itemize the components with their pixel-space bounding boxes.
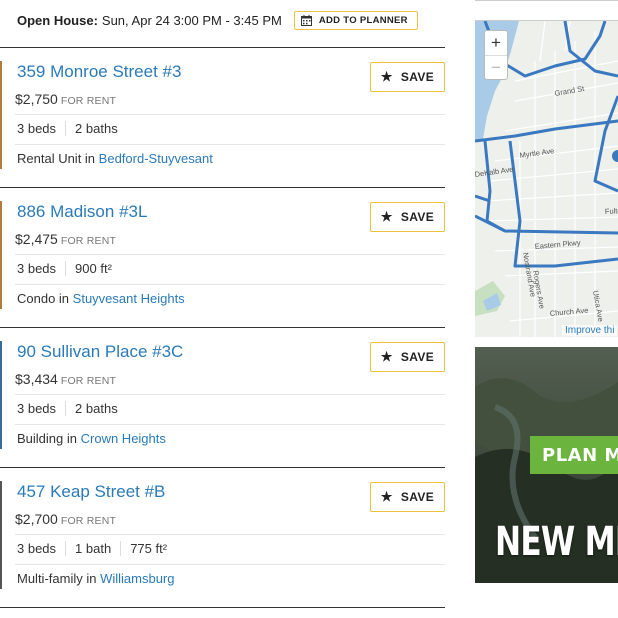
divider xyxy=(15,534,445,535)
listing-thumbnail[interactable] xyxy=(0,481,2,589)
listing-type: Multi-family in Williamsburg xyxy=(17,571,175,586)
listing-title[interactable]: 886 Madison #3L xyxy=(17,202,147,222)
type-prefix: Rental Unit in xyxy=(17,151,96,166)
type-prefix: Condo in xyxy=(17,291,70,306)
price-suffix: FOR RENT xyxy=(60,95,117,107)
map-label: Fulton xyxy=(605,206,618,216)
beds: 3 beds xyxy=(17,121,57,136)
calendar-icon xyxy=(300,14,312,26)
price-suffix: FOR RENT xyxy=(60,235,117,247)
price-suffix: FOR RENT xyxy=(60,375,117,387)
price-value: $2,700 xyxy=(15,511,58,527)
map-label: Grand St xyxy=(554,84,586,98)
improve-map-link[interactable]: Improve thi xyxy=(562,325,618,336)
price-value: $2,750 xyxy=(15,91,58,107)
beds: 3 beds xyxy=(17,541,57,556)
star-icon: ★ xyxy=(380,349,393,364)
divider xyxy=(475,0,618,1)
listing-type: Building in Crown Heights xyxy=(17,431,166,446)
listing-price: $2,475 FOR RENT xyxy=(15,231,116,247)
divider xyxy=(15,114,445,115)
area: 900 ft² xyxy=(65,261,121,276)
listing-facts: 3 beds 2 baths xyxy=(17,401,127,416)
save-label: SAVE xyxy=(400,350,435,364)
listing-card: 359 Monroe Street #3 $2,750 FOR RENT 3 be… xyxy=(0,48,445,188)
map-label: DeKalb Ave xyxy=(475,165,514,179)
listing-facts: 3 beds 900 ft² xyxy=(17,261,121,276)
baths: 2 baths xyxy=(65,401,127,416)
listing-type: Condo in Stuyvesant Heights xyxy=(17,291,185,306)
map[interactable]: Grand St Myrtle Ave DeKalb Ave Eastern P… xyxy=(475,20,618,337)
open-house-bar: Open House: Sun, Apr 24 3:00 PM - 3:45 P… xyxy=(17,10,418,30)
save-label: SAVE xyxy=(400,210,435,224)
divider xyxy=(15,424,445,425)
divider xyxy=(15,394,445,395)
listing-thumbnail[interactable] xyxy=(0,201,2,309)
area: 775 ft² xyxy=(120,541,176,556)
price-suffix: FOR RENT xyxy=(60,515,117,527)
divider xyxy=(0,607,445,608)
listing-price: $2,700 FOR RENT xyxy=(15,511,116,527)
listing-price: $2,750 FOR RENT xyxy=(15,91,116,107)
star-icon: ★ xyxy=(380,489,393,504)
neighborhood-link[interactable]: Stuyvesant Heights xyxy=(73,291,185,306)
advertisement[interactable]: PLAN MY A NEW MEX xyxy=(475,347,618,583)
listing-facts: 3 beds 1 bath 775 ft² xyxy=(17,541,176,556)
add-to-planner-label: ADD TO PLANNER xyxy=(318,14,408,26)
listing-title[interactable]: 90 Sullivan Place #3C xyxy=(17,342,183,362)
listing-type: Rental Unit in Bedford-Stuyvesant xyxy=(17,151,213,166)
listing-price: $3,434 FOR RENT xyxy=(15,371,116,387)
divider xyxy=(15,144,445,145)
listing-facts: 3 beds 2 baths xyxy=(17,121,127,136)
price-value: $3,434 xyxy=(15,371,58,387)
listing-card: 886 Madison #3L $2,475 FOR RENT 3 beds 90… xyxy=(0,188,445,328)
baths: 1 bath xyxy=(65,541,120,556)
save-button[interactable]: ★ SAVE xyxy=(370,482,445,512)
listing-thumbnail[interactable] xyxy=(0,61,2,169)
save-label: SAVE xyxy=(400,70,435,84)
listing-card: 457 Keap Street #B $2,700 FOR RENT 3 beds… xyxy=(0,468,445,608)
save-button[interactable]: ★ SAVE xyxy=(370,62,445,92)
listing-title[interactable]: 359 Monroe Street #3 xyxy=(17,62,181,82)
location-pin[interactable] xyxy=(612,150,618,162)
price-value: $2,475 xyxy=(15,231,58,247)
ad-cta-button[interactable]: PLAN MY A xyxy=(530,436,618,474)
zoom-control: + − xyxy=(484,30,508,80)
map-label: Utica Ave xyxy=(591,290,605,323)
baths: 2 baths xyxy=(65,121,127,136)
zoom-out-button[interactable]: − xyxy=(485,55,507,79)
add-to-planner-button[interactable]: ADD TO PLANNER xyxy=(293,10,418,30)
neighborhood-link[interactable]: Bedford-Stuyvesant xyxy=(99,151,213,166)
star-icon: ★ xyxy=(380,209,393,224)
map-label: Myrtle Ave xyxy=(519,146,555,160)
star-icon: ★ xyxy=(380,69,393,84)
listing-card: 90 Sullivan Place #3C $3,434 FOR RENT 3 b… xyxy=(0,328,445,468)
divider xyxy=(15,284,445,285)
save-button[interactable]: ★ SAVE xyxy=(370,202,445,232)
save-label: SAVE xyxy=(400,490,435,504)
open-house-time: Sun, Apr 24 3:00 PM - 3:45 PM xyxy=(101,12,282,28)
type-prefix: Building in xyxy=(17,431,77,446)
neighborhood-link[interactable]: Williamsburg xyxy=(100,571,174,586)
divider xyxy=(15,564,445,565)
open-house-label: Open House: xyxy=(17,12,98,28)
divider xyxy=(15,254,445,255)
listing-title[interactable]: 457 Keap Street #B xyxy=(17,482,165,502)
listing-thumbnail[interactable] xyxy=(0,341,2,449)
ad-headline: NEW MEX xyxy=(495,519,618,565)
save-button[interactable]: ★ SAVE xyxy=(370,342,445,372)
zoom-in-button[interactable]: + xyxy=(485,31,507,55)
beds: 3 beds xyxy=(17,401,57,416)
neighborhood-link[interactable]: Crown Heights xyxy=(81,431,166,446)
type-prefix: Multi-family in xyxy=(17,571,97,586)
beds: 3 beds xyxy=(17,261,57,276)
